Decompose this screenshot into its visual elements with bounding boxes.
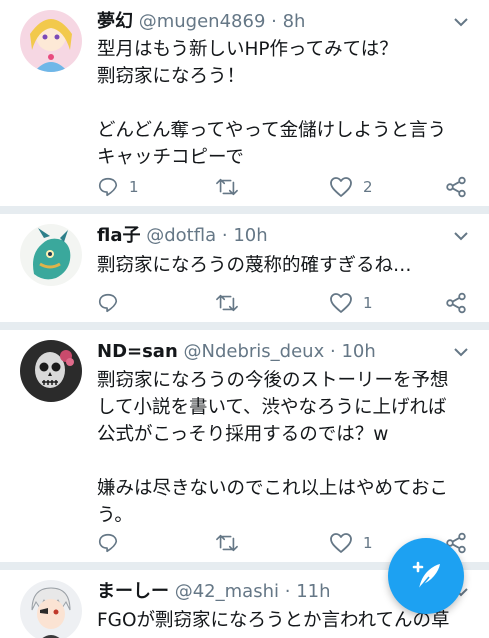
retweet-button[interactable] xyxy=(215,530,249,556)
avatar-image xyxy=(20,224,82,286)
like-icon xyxy=(330,293,352,313)
avatar[interactable] xyxy=(20,10,82,72)
avatar[interactable] xyxy=(20,340,82,402)
share-button[interactable] xyxy=(445,174,467,200)
separator: · xyxy=(329,341,336,362)
tweet-text: 剽窃家になろうの今後のストーリーを予想 して小説を書いて、渋やなろうに上げれば … xyxy=(97,370,449,526)
avatar-image xyxy=(20,340,82,402)
user-handle[interactable]: @42_mashi xyxy=(175,581,279,602)
user-handle[interactable]: @mugen4869 xyxy=(139,11,266,32)
tweet-header: ND=san @Ndebris_deux · 10h xyxy=(97,339,376,365)
like-button[interactable]: 1 xyxy=(329,290,373,316)
reply-icon xyxy=(98,177,118,197)
tweet-header: まーしー @42_mashi · 11h xyxy=(97,579,331,605)
reply-button[interactable]: 1 xyxy=(97,174,139,200)
avatar[interactable] xyxy=(20,224,82,286)
retweet-icon xyxy=(216,294,238,312)
share-icon xyxy=(446,176,466,198)
tweet-text: 型月はもう新しいHP作ってみては？ 剽窃家になろう！ どんどん奪ってやって金儲け… xyxy=(97,39,447,168)
share-icon xyxy=(446,292,466,314)
separator: · xyxy=(271,11,277,32)
like-count: 1 xyxy=(363,534,373,552)
tweet-actions: 1 2 xyxy=(97,174,477,200)
reply-icon xyxy=(98,533,118,553)
timestamp[interactable]: 10h xyxy=(341,341,375,362)
tweet-header: 夢幻 @mugen4869 · 8h xyxy=(97,9,305,35)
display-name[interactable]: ND=san xyxy=(97,341,178,362)
retweet-icon xyxy=(216,534,238,552)
timestamp[interactable]: 8h xyxy=(283,11,306,32)
user-handle[interactable]: @Ndebris_deux xyxy=(184,341,325,362)
timestamp[interactable]: 11h xyxy=(296,581,330,602)
retweet-button[interactable] xyxy=(215,174,249,200)
tweet-header: fla子 @dotfla · 10h xyxy=(97,223,268,249)
retweet-button[interactable] xyxy=(215,290,249,316)
tweet[interactable]: 夢幻 @mugen4869 · 8h 型月はもう新しいHP作ってみては？ 剽窃家… xyxy=(0,0,489,206)
tweet-text: 剽窃家になろうの蔑称的確すぎるね… xyxy=(97,255,412,276)
display-name[interactable]: まーしー xyxy=(97,581,169,602)
display-name[interactable]: fla子 xyxy=(97,225,141,246)
tweet-actions: 1 xyxy=(97,290,477,316)
compose-tweet-icon xyxy=(412,561,440,590)
separator: · xyxy=(284,581,291,602)
like-icon xyxy=(330,533,352,553)
avatar-image xyxy=(20,10,82,72)
share-button[interactable] xyxy=(445,290,467,316)
chevron-down-icon[interactable] xyxy=(453,14,469,30)
divider xyxy=(0,322,489,330)
reply-count: 1 xyxy=(129,178,139,196)
tweet[interactable]: fla子 @dotfla · 10h 剽窃家になろうの蔑称的確すぎるね… 1 xyxy=(0,214,489,322)
avatar[interactable] xyxy=(20,580,82,638)
user-handle[interactable]: @dotfla xyxy=(146,225,216,246)
like-count: 1 xyxy=(363,294,373,312)
reply-button[interactable] xyxy=(97,530,129,556)
chevron-down-icon[interactable] xyxy=(453,228,469,244)
compose-tweet-button[interactable] xyxy=(388,538,464,614)
like-icon xyxy=(330,177,352,197)
display-name[interactable]: 夢幻 xyxy=(97,11,133,32)
like-button[interactable]: 1 xyxy=(329,530,373,556)
reply-button[interactable] xyxy=(97,290,129,316)
divider xyxy=(0,206,489,214)
timestamp[interactable]: 10h xyxy=(233,225,267,246)
like-count: 2 xyxy=(363,178,373,196)
separator: · xyxy=(221,225,228,246)
avatar-image xyxy=(20,580,82,638)
chevron-down-icon[interactable] xyxy=(453,344,469,360)
reply-icon xyxy=(98,293,118,313)
like-button[interactable]: 2 xyxy=(329,174,373,200)
retweet-icon xyxy=(216,178,238,196)
tweet[interactable]: ND=san @Ndebris_deux · 10h 剽窃家になろうの今後のスト… xyxy=(0,330,489,562)
